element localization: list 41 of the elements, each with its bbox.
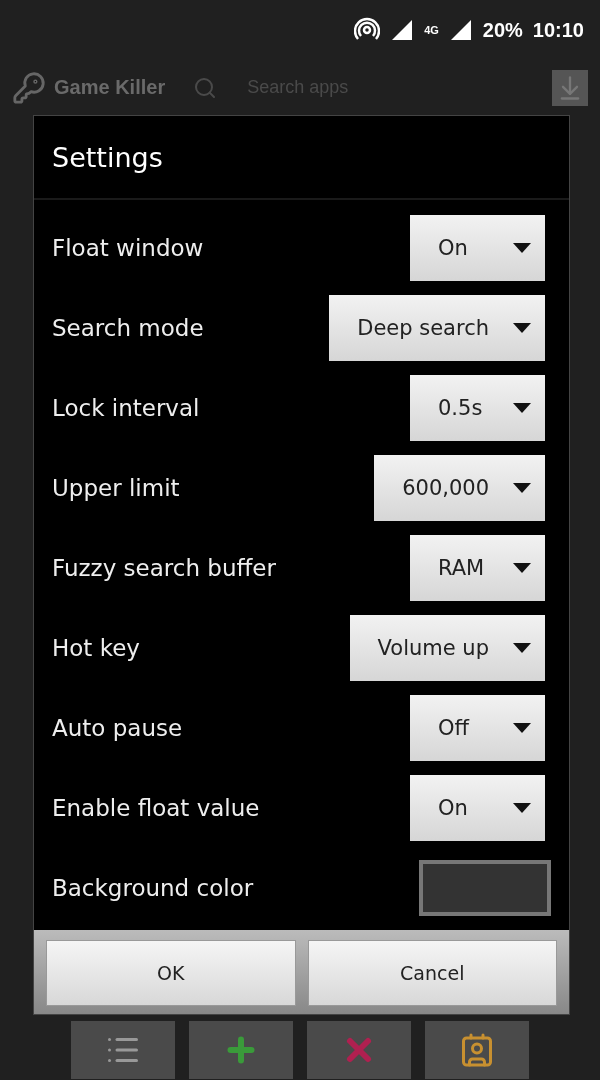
add-button[interactable] [189, 1021, 293, 1079]
color-swatch[interactable] [419, 860, 551, 916]
setting-label: Background color [52, 875, 254, 901]
setting-dropdown[interactable]: On [410, 215, 545, 281]
caret-icon [513, 643, 531, 653]
setting-label: Upper limit [52, 475, 180, 501]
key-icon [12, 70, 46, 105]
ok-button[interactable]: OK [46, 940, 296, 1006]
setting-dropdown[interactable]: Deep search [329, 295, 545, 361]
contact-card-button[interactable] [425, 1021, 529, 1079]
app-title: Game Killer [54, 76, 166, 99]
search-icon [193, 75, 218, 100]
setting-dropdown[interactable]: 0.5s [410, 375, 545, 441]
caret-icon [513, 483, 531, 493]
setting-dropdown[interactable]: RAM [410, 535, 545, 601]
setting-dropdown[interactable]: 600,000 [374, 455, 545, 521]
caret-icon [513, 243, 531, 253]
setting-label: Search mode [52, 315, 204, 341]
setting-label: Hot key [52, 635, 140, 661]
signal-icon [390, 18, 415, 42]
list-button[interactable] [71, 1021, 175, 1079]
caret-icon [513, 563, 531, 573]
caret-icon [513, 403, 531, 413]
dialog-title: Settings [34, 116, 569, 200]
caret-icon [513, 723, 531, 733]
cancel-button[interactable]: Cancel [307, 940, 557, 1006]
clock-text: 10:10 [532, 18, 584, 42]
setting-dropdown[interactable]: On [410, 775, 545, 841]
setting-label: Fuzzy search buffer [52, 555, 276, 581]
setting-label: Lock interval [52, 395, 200, 421]
setting-dropdown[interactable]: Off [410, 695, 545, 761]
download-icon[interactable] [552, 69, 588, 106]
setting-label: Float window [52, 235, 204, 261]
setting-dropdown[interactable]: Volume up [349, 615, 545, 681]
network-type: 4G [424, 24, 439, 36]
battery-text: 20% [482, 18, 523, 42]
setting-label: Auto pause [52, 715, 183, 741]
contact-card-icon [459, 1032, 495, 1068]
caret-icon [513, 323, 531, 333]
setting-label: Enable float value [52, 795, 260, 821]
caret-icon [513, 803, 531, 813]
